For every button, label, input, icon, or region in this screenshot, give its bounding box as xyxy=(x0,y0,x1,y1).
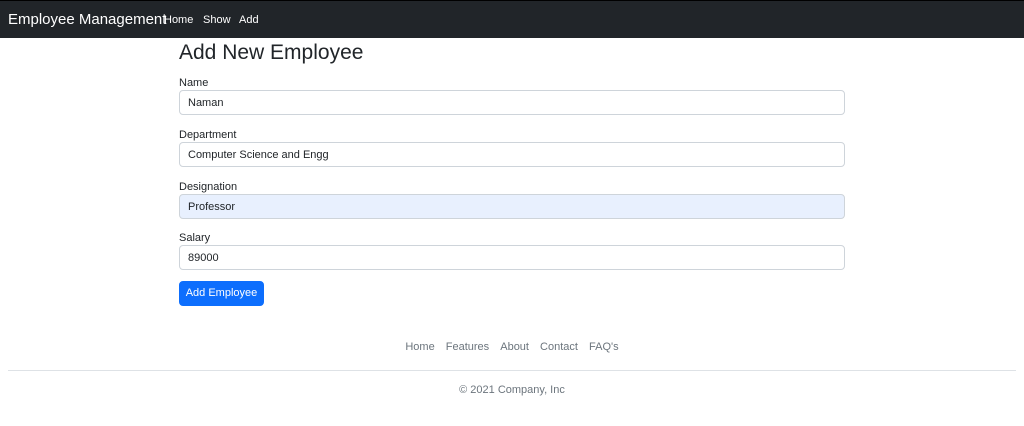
nav-link-home[interactable]: Home xyxy=(164,13,193,27)
brand-link[interactable]: Employee Management xyxy=(8,11,166,29)
salary-label: Salary xyxy=(179,232,211,244)
department-input[interactable] xyxy=(179,142,845,167)
footer-link-about[interactable]: About xyxy=(500,341,529,353)
department-label: Department xyxy=(179,129,237,141)
footer-link-home[interactable]: Home xyxy=(405,341,434,353)
footer-link-features[interactable]: Features xyxy=(446,341,489,353)
footer-divider xyxy=(8,370,1016,371)
page-title: Add New Employee xyxy=(179,41,364,64)
nav-link-add[interactable]: Add xyxy=(239,13,259,27)
nav-link-show[interactable]: Show xyxy=(203,13,231,27)
designation-input[interactable] xyxy=(179,194,845,219)
footer-link-faqs[interactable]: FAQ's xyxy=(589,341,619,353)
footer-nav: Home Features About Contact FAQ's xyxy=(0,340,1024,354)
add-employee-button[interactable]: Add Employee xyxy=(179,281,264,306)
copyright-text: © 2021 Company, Inc xyxy=(459,384,565,396)
name-label: Name xyxy=(179,77,209,89)
footer-link-contact[interactable]: Contact xyxy=(540,341,578,353)
name-input[interactable] xyxy=(179,90,845,115)
designation-label: Designation xyxy=(179,181,238,193)
top-navbar: Employee Management Home Show Add xyxy=(0,0,1024,38)
salary-input[interactable] xyxy=(179,245,845,270)
